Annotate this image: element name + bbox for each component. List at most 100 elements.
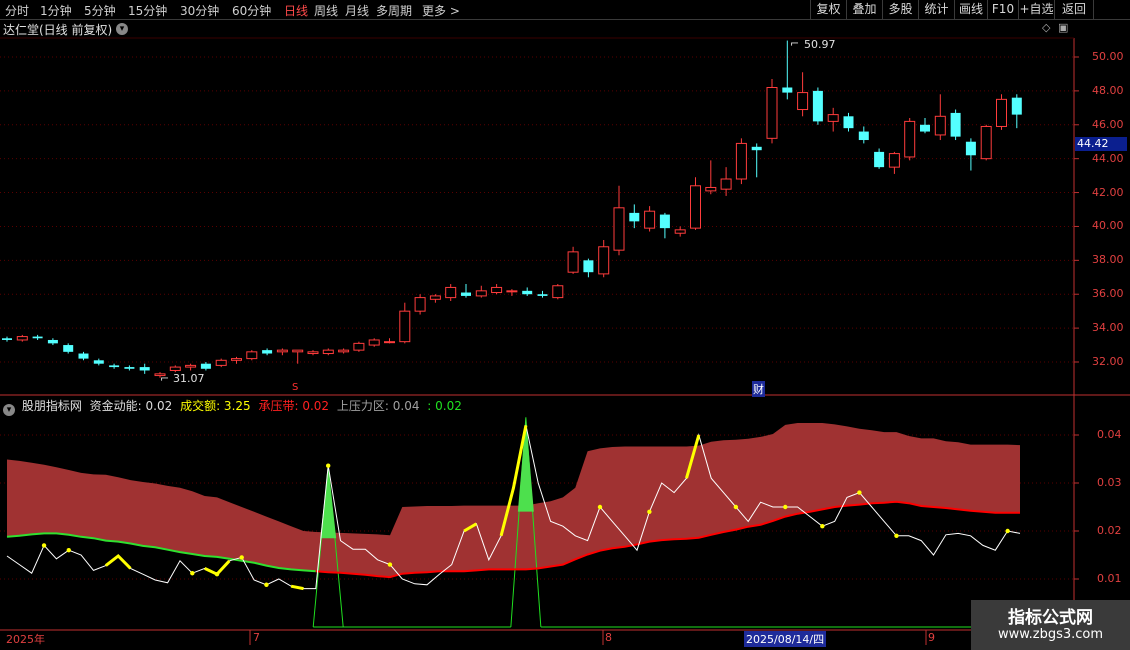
- momentum-dot: [820, 524, 825, 529]
- candle[interactable]: [231, 356, 242, 364]
- candle[interactable]: [659, 212, 670, 239]
- candle[interactable]: [338, 348, 350, 354]
- date-label-july: 7: [253, 631, 260, 644]
- candle[interactable]: [674, 226, 686, 237]
- candle[interactable]: [934, 94, 946, 141]
- candle[interactable]: [475, 285, 487, 298]
- candle[interactable]: [812, 87, 823, 125]
- candle[interactable]: [246, 350, 258, 361]
- momentum-dot: [66, 548, 71, 553]
- candle[interactable]: [292, 349, 304, 364]
- candle[interactable]: [262, 348, 273, 356]
- price-tick-label: 50.00: [1092, 50, 1124, 63]
- candle[interactable]: [200, 362, 211, 371]
- candle[interactable]: [445, 284, 457, 301]
- candle[interactable]: [827, 107, 839, 132]
- candle[interactable]: [461, 284, 471, 298]
- candle[interactable]: [766, 79, 778, 144]
- candle[interactable]: [797, 72, 809, 117]
- candle[interactable]: [874, 148, 885, 169]
- candle[interactable]: [583, 258, 594, 278]
- candle[interactable]: [185, 363, 197, 371]
- candle[interactable]: [16, 334, 28, 342]
- candle[interactable]: [522, 287, 533, 296]
- candle[interactable]: [552, 284, 564, 300]
- candle[interactable]: [843, 112, 854, 132]
- candle[interactable]: [965, 138, 976, 171]
- candle[interactable]: [47, 338, 58, 346]
- candle[interactable]: [506, 289, 518, 296]
- candle[interactable]: [491, 284, 503, 295]
- momentum-dot: [190, 571, 195, 576]
- indicator-tick-label: 0.04: [1097, 428, 1122, 441]
- candle[interactable]: [399, 302, 411, 344]
- date-label-august: 8: [605, 631, 612, 644]
- candle[interactable]: [2, 336, 12, 342]
- high-price-label: 50.97: [804, 38, 836, 51]
- indicator-name: 股朋指标网: [21, 399, 82, 413]
- candle[interactable]: [735, 138, 747, 185]
- candle[interactable]: [567, 246, 579, 274]
- candle[interactable]: [537, 290, 548, 298]
- candle[interactable]: [598, 240, 610, 278]
- price-tick-label: 36.00: [1092, 287, 1124, 301]
- momentum-dot: [387, 562, 393, 567]
- candle[interactable]: [613, 185, 625, 256]
- indicator-header: ▾ 股朋指标网 资金动能: 0.02 成交额: 3.25 承压带: 0.02 上…: [0, 397, 466, 416]
- event-marker-s[interactable]: S: [292, 382, 298, 393]
- price-tick-label: 42.00: [1092, 185, 1124, 199]
- event-marker-finance[interactable]: 财: [752, 381, 765, 397]
- price-tick-label: 48.00: [1092, 83, 1124, 97]
- watermark-url: www.zbgs3.com: [997, 627, 1104, 642]
- candle[interactable]: [888, 151, 900, 174]
- indicator-tick-label: 0.02: [1097, 524, 1122, 537]
- high-marker-icon: ⌐: [790, 37, 800, 50]
- low-marker-icon: ⌐: [160, 372, 170, 385]
- candle[interactable]: [109, 363, 120, 369]
- momentum-dot: [894, 533, 899, 538]
- momentum-dot: [647, 509, 652, 514]
- date-label-year: 2025年: [6, 633, 45, 646]
- candle[interactable]: [629, 204, 640, 229]
- candle[interactable]: [276, 348, 288, 356]
- candle[interactable]: [980, 124, 992, 161]
- momentum-dot: [1005, 528, 1010, 534]
- candle[interactable]: [322, 348, 334, 356]
- candle[interactable]: [215, 358, 227, 368]
- candle[interactable]: [78, 351, 89, 361]
- kline-chart[interactable]: [0, 0, 1130, 650]
- candle[interactable]: [124, 365, 135, 371]
- cursor-date: 2025/08/14/四: [744, 631, 827, 647]
- candle[interactable]: [63, 343, 74, 354]
- candle[interactable]: [1011, 94, 1022, 129]
- current-price-tag: 44.42: [1075, 137, 1127, 151]
- indicator-tick-label: 0.01: [1097, 572, 1122, 585]
- candle[interactable]: [705, 160, 717, 195]
- watermark-logo: 指标公式网 www.zbgs3.com: [971, 600, 1130, 650]
- candle[interactable]: [93, 358, 104, 366]
- candle[interactable]: [32, 334, 43, 340]
- candle[interactable]: [751, 143, 762, 178]
- price-tick-label: 44.00: [1092, 151, 1124, 165]
- candle[interactable]: [904, 118, 916, 161]
- candle[interactable]: [720, 167, 732, 196]
- candle[interactable]: [429, 294, 441, 303]
- candle[interactable]: [950, 109, 961, 141]
- candle[interactable]: [644, 206, 656, 232]
- candle[interactable]: [139, 363, 150, 374]
- chevron-down-icon[interactable]: ▾: [3, 404, 15, 416]
- pressure-zone-area: [7, 423, 1020, 578]
- candle[interactable]: [368, 338, 380, 347]
- candle[interactable]: [690, 177, 701, 230]
- candle[interactable]: [307, 350, 319, 356]
- candle[interactable]: [920, 118, 930, 134]
- momentum-dot: [214, 572, 220, 577]
- indicator-field-turnover: 成交额: 3.25: [180, 399, 251, 413]
- momentum-highlight: [290, 584, 304, 591]
- candle[interactable]: [414, 294, 426, 315]
- candle[interactable]: [353, 341, 365, 352]
- candle[interactable]: [858, 126, 869, 144]
- candle[interactable]: [384, 338, 395, 344]
- momentum-dot: [733, 504, 739, 510]
- candle[interactable]: [996, 94, 1007, 130]
